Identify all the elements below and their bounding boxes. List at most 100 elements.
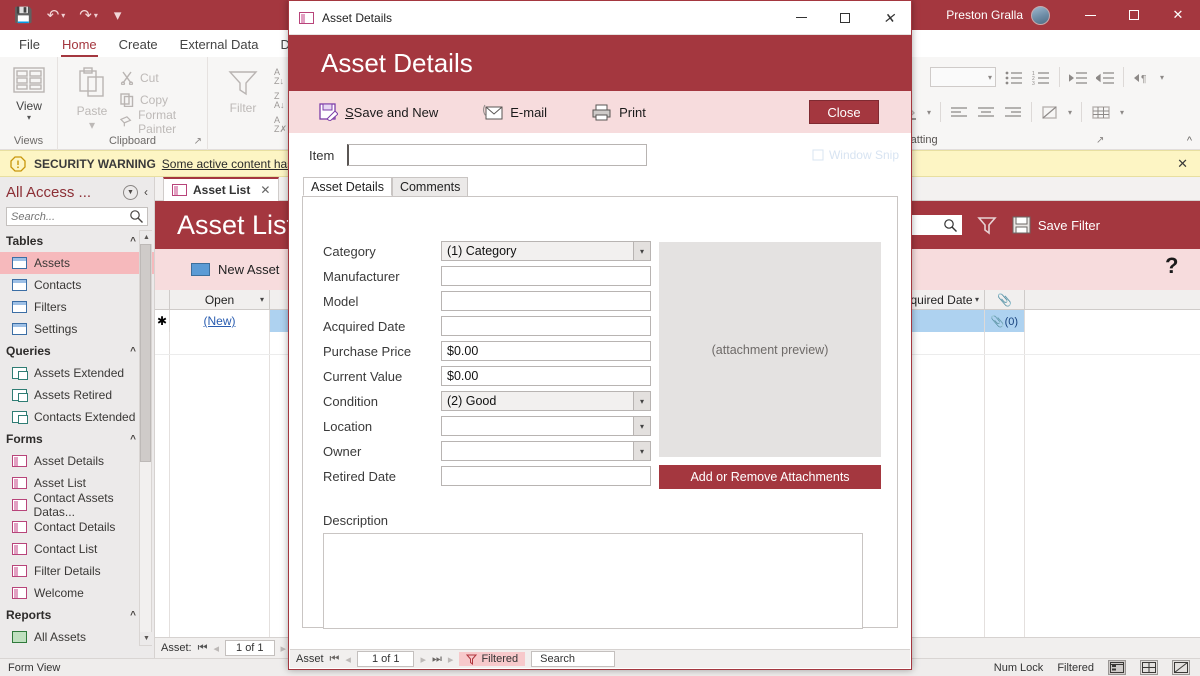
dialog-close-button[interactable]: ✕	[867, 1, 911, 35]
close-button[interactable]: Close	[809, 100, 879, 124]
search-icon[interactable]	[129, 209, 144, 224]
nav-group-forms[interactable]: Forms ^	[0, 428, 154, 450]
filter-icon[interactable]	[976, 214, 998, 236]
new-asset-button[interactable]: New Asset	[191, 262, 279, 277]
cut-button[interactable]: Cut	[120, 67, 207, 89]
sidebar-item-filters[interactable]: Filters	[0, 296, 154, 318]
first-record-icon[interactable]: ⏮	[330, 653, 340, 666]
redo-icon[interactable]: ↷	[79, 8, 92, 23]
help-icon[interactable]: ?	[1165, 253, 1178, 279]
chevron-up-icon[interactable]: ^	[130, 346, 136, 357]
sidebar-item-contacts-extended[interactable]: Contacts Extended	[0, 406, 154, 428]
chevron-down-icon[interactable]: ▾	[260, 295, 264, 304]
tab-create[interactable]: Create	[108, 34, 169, 57]
scroll-down-arrow-icon[interactable]: ▼	[140, 632, 153, 645]
decrease-indent-icon[interactable]	[1096, 70, 1114, 85]
save-filter-button[interactable]: Save Filter	[1012, 216, 1100, 234]
sidebar-item-contact-assets-datasheet[interactable]: Contact Assets Datas...	[0, 491, 154, 519]
save-icon[interactable]: 💾	[14, 8, 33, 23]
nav-group-tables[interactable]: Tables ^	[0, 230, 154, 252]
collapse-ribbon-icon[interactable]: ^	[1187, 135, 1192, 147]
category-select[interactable]: (1) Category ▾	[441, 241, 651, 261]
form-view-icon[interactable]	[1108, 660, 1126, 675]
sidebar-item-all-assets-report[interactable]: All Assets	[0, 626, 154, 648]
chevron-down-icon[interactable]: ▾	[68, 118, 116, 132]
retired-date-input[interactable]	[441, 466, 651, 486]
column-header-attachments[interactable]: 📎	[985, 290, 1025, 309]
close-icon[interactable]: ✕	[260, 183, 270, 197]
format-painter-button[interactable]: Format Painter	[120, 108, 207, 136]
dialog-launcher-icon[interactable]: ↗	[194, 136, 202, 147]
dialog-titlebar[interactable]: Asset Details ✕	[289, 1, 911, 35]
customize-qat-icon[interactable]: ▾	[114, 8, 122, 23]
undo-icon[interactable]: ↶	[47, 8, 60, 23]
acquired-date-input[interactable]	[441, 316, 651, 336]
layout-view-icon[interactable]	[1140, 660, 1158, 675]
bullet-list-icon[interactable]	[1005, 70, 1023, 85]
chevron-down-icon[interactable]: ▾	[1160, 73, 1164, 82]
current-value-input[interactable]: $0.00	[441, 366, 651, 386]
chevron-down-icon[interactable]: ▾	[633, 442, 650, 460]
chevron-down-icon[interactable]: ▾	[633, 417, 650, 435]
chevron-up-icon[interactable]: ^	[130, 610, 136, 621]
previous-record-icon[interactable]: ◂	[213, 642, 219, 655]
scrollbar-thumb[interactable]	[140, 244, 151, 462]
owner-select[interactable]: ▾	[441, 441, 651, 461]
scroll-up-arrow-icon[interactable]: ▲	[140, 231, 153, 244]
window-close-button[interactable]: ✕	[1156, 0, 1200, 30]
next-record-icon[interactable]: ▸	[420, 653, 426, 666]
close-icon[interactable]: ✕	[1177, 156, 1188, 172]
condition-select[interactable]: (2) Good ▾	[441, 391, 651, 411]
sidebar-item-settings[interactable]: Settings	[0, 318, 154, 340]
add-remove-attachments-button[interactable]: Add or Remove Attachments	[659, 465, 881, 489]
view-button[interactable]: View ▾	[7, 65, 51, 122]
tab-asset-details[interactable]: Asset Details	[303, 177, 392, 196]
undo-dropdown-icon[interactable]: ▾	[61, 11, 65, 20]
nav-pane-scrollbar[interactable]: ▲ ▼	[139, 230, 153, 646]
record-position[interactable]: 1 of 1	[225, 640, 275, 656]
first-record-icon[interactable]: ⏮	[198, 642, 208, 655]
attachment-preview[interactable]: (attachment preview)	[659, 242, 881, 457]
nav-search-field[interactable]	[6, 207, 148, 226]
increase-indent-icon[interactable]	[1069, 70, 1087, 85]
previous-record-icon[interactable]: ◂	[345, 653, 351, 666]
search-input[interactable]	[11, 210, 121, 223]
sidebar-item-asset-details-report[interactable]: Asset Details	[0, 648, 154, 650]
dialog-minimize-button[interactable]	[779, 1, 823, 35]
chevron-up-icon[interactable]: ^	[130, 434, 136, 445]
filter-button[interactable]: Filter	[218, 69, 268, 115]
tab-comments[interactable]: Comments	[391, 177, 469, 196]
numbered-list-icon[interactable]: 123	[1032, 70, 1050, 85]
location-select[interactable]: ▾	[441, 416, 651, 436]
cell-open[interactable]: (New)	[170, 310, 270, 332]
tab-home[interactable]: Home	[51, 34, 108, 57]
chevron-down-icon[interactable]: ▾	[1120, 108, 1124, 117]
sidebar-item-contacts[interactable]: Contacts	[0, 274, 154, 296]
sidebar-item-welcome-form[interactable]: Welcome	[0, 582, 154, 604]
filtered-indicator[interactable]: Filtered	[459, 652, 526, 666]
dialog-maximize-button[interactable]	[823, 1, 867, 35]
last-record-icon[interactable]: ⏭	[432, 653, 442, 666]
align-right-icon[interactable]	[1004, 105, 1022, 120]
nav-group-queries[interactable]: Queries ^	[0, 340, 154, 362]
chevron-down-icon[interactable]: ▾	[975, 295, 979, 304]
align-left-icon[interactable]	[950, 105, 968, 120]
manufacturer-input[interactable]	[441, 266, 651, 286]
print-button[interactable]: Print	[591, 104, 646, 121]
chevron-down-icon[interactable]: ▾	[1068, 108, 1072, 117]
record-position[interactable]: 1 of 1	[356, 651, 415, 667]
window-maximize-button[interactable]	[1112, 0, 1156, 30]
window-minimize-button[interactable]	[1068, 0, 1112, 30]
chevron-down-icon[interactable]: ▾	[7, 113, 51, 122]
next-record-icon[interactable]: ▸	[281, 642, 287, 655]
column-header-open[interactable]: Open ▾	[170, 290, 270, 309]
font-size-select[interactable]: ▾	[930, 67, 996, 87]
dialog-launcher-icon[interactable]: ↗	[1096, 135, 1104, 146]
conditional-formatting-icon[interactable]	[1041, 105, 1059, 120]
sidebar-item-contact-details-form[interactable]: Contact Details	[0, 516, 154, 538]
item-input[interactable]	[347, 144, 647, 166]
gridlines-icon[interactable]	[1091, 105, 1111, 120]
cell-attachments[interactable]: 📎(0)	[985, 310, 1025, 332]
chevron-up-icon[interactable]: ^	[130, 236, 136, 247]
sidebar-item-assets-extended[interactable]: Assets Extended	[0, 362, 154, 384]
